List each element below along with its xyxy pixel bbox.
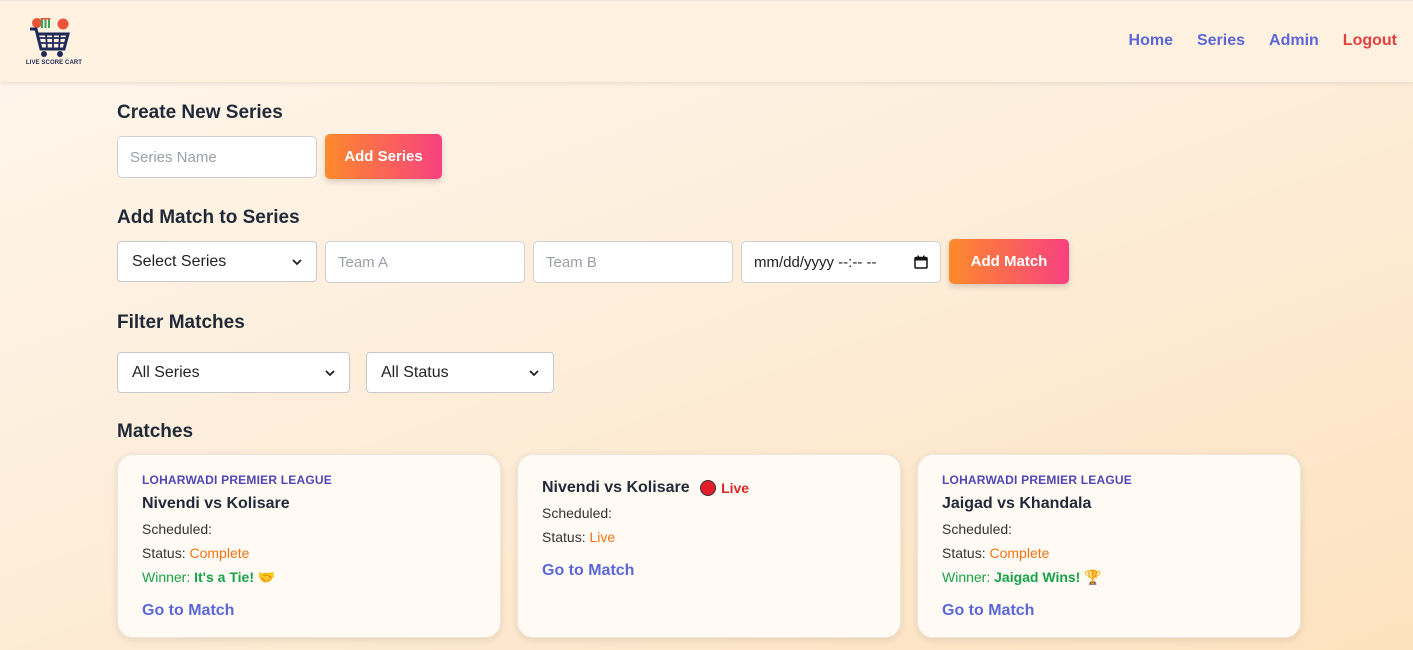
- filter-series-dropdown[interactable]: All Series: [117, 352, 350, 393]
- winner-label: Winner:: [142, 569, 191, 585]
- matches-heading: Matches: [117, 421, 194, 442]
- nav-home-link[interactable]: Home: [1129, 32, 1173, 50]
- go-to-match-link[interactable]: Go to Match: [542, 562, 634, 580]
- match-winner: Winner: It's a Tie! 🤝: [142, 569, 275, 586]
- status-value: Live: [589, 529, 616, 545]
- winner-value: Jaigad Wins! 🏆: [994, 569, 1102, 585]
- add-series-button[interactable]: Add Series: [325, 134, 442, 179]
- match-title: Nivendi vs Kolisare: [142, 495, 290, 512]
- match-series-name: LOHARWADI PREMIER LEAGUE: [142, 473, 332, 487]
- chevron-down-icon: [529, 369, 539, 376]
- match-status: Status: Complete: [142, 545, 249, 561]
- filter-status-dropdown[interactable]: All Status: [366, 352, 554, 393]
- go-to-match-link[interactable]: Go to Match: [942, 602, 1034, 620]
- live-label: Live: [721, 479, 750, 496]
- live-badge: Live: [700, 479, 750, 496]
- match-title: Jaigad vs Khandala: [942, 495, 1092, 512]
- filter-status-value: All Status: [381, 363, 449, 381]
- match-card: LOHARWADI PREMIER LEAGUE Jaigad vs Khand…: [917, 454, 1301, 638]
- add-match-heading: Add Match to Series: [117, 207, 300, 228]
- filter-matches-heading: Filter Matches: [117, 312, 245, 333]
- shopping-cart-icon: [30, 18, 70, 57]
- match-datetime-input[interactable]: mm/dd/yyyy --:-- --: [741, 241, 941, 283]
- match-series-name: LOHARWADI PREMIER LEAGUE: [942, 473, 1132, 487]
- status-value: Complete: [989, 545, 1050, 561]
- filter-series-value: All Series: [132, 363, 200, 381]
- team-a-placeholder: Team A: [338, 253, 389, 271]
- chevron-down-icon: [325, 369, 335, 376]
- series-name-placeholder: Series Name: [130, 148, 217, 166]
- match-status: Status: Complete: [942, 545, 1049, 561]
- match-title-row: Nivendi vs Kolisare Live: [542, 479, 749, 497]
- live-dot-icon: [700, 479, 717, 496]
- match-scheduled: Scheduled:: [542, 505, 613, 521]
- status-value: Complete: [189, 545, 250, 561]
- status-label: Status:: [542, 529, 586, 545]
- winner-value: It's a Tie! 🤝: [194, 569, 276, 585]
- logout-link[interactable]: Logout: [1343, 32, 1397, 50]
- nav-admin-link[interactable]: Admin: [1269, 32, 1319, 50]
- datetime-placeholder: mm/dd/yyyy --:-- --: [754, 253, 877, 271]
- main-nav: Home Series Admin Logout: [1129, 32, 1397, 50]
- select-series-value: Select Series: [132, 252, 227, 270]
- top-header: LIVE SCORE CART Home Series Admin Logout: [0, 0, 1413, 82]
- match-title: Nivendi vs Kolisare: [542, 479, 690, 496]
- add-match-button[interactable]: Add Match: [949, 239, 1069, 284]
- create-series-heading: Create New Series: [117, 102, 283, 123]
- select-series-dropdown[interactable]: Select Series: [117, 241, 317, 282]
- team-b-input[interactable]: Team B: [533, 241, 733, 283]
- status-label: Status:: [942, 545, 986, 561]
- match-card: LOHARWADI PREMIER LEAGUE Nivendi vs Koli…: [117, 454, 501, 638]
- team-b-placeholder: Team B: [546, 253, 597, 271]
- team-a-input[interactable]: Team A: [325, 241, 525, 283]
- calendar-icon[interactable]: [914, 255, 928, 269]
- match-winner: Winner: Jaigad Wins! 🏆: [942, 569, 1102, 586]
- chevron-down-icon: [292, 258, 302, 265]
- status-label: Status:: [142, 545, 186, 561]
- winner-label: Winner:: [942, 569, 991, 585]
- match-scheduled: Scheduled:: [142, 521, 213, 537]
- match-status: Status: Live: [542, 529, 615, 545]
- brand-logo[interactable]: LIVE SCORE CART: [24, 15, 84, 71]
- match-scheduled: Scheduled:: [942, 521, 1013, 537]
- nav-series-link[interactable]: Series: [1197, 32, 1245, 50]
- go-to-match-link[interactable]: Go to Match: [142, 602, 234, 620]
- logo-text: LIVE SCORE CART: [25, 60, 83, 66]
- series-name-input[interactable]: Series Name: [117, 136, 317, 178]
- match-card: Nivendi vs Kolisare Live Scheduled: Stat…: [517, 454, 901, 638]
